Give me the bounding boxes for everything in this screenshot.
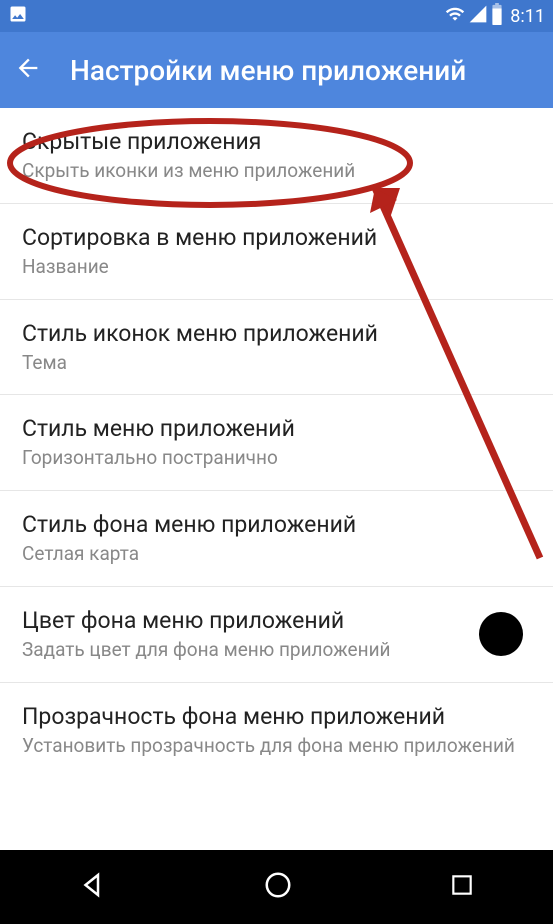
color-swatch[interactable] <box>479 612 523 656</box>
navigation-bar <box>0 850 553 924</box>
setting-subtitle: Сетлая карта <box>22 542 531 566</box>
setting-subtitle: Скрыть иконки из меню приложений <box>22 159 531 183</box>
setting-bg-opacity[interactable]: Прозрачность фона меню приложений Устано… <box>0 683 553 778</box>
setting-bg-color[interactable]: Цвет фона меню приложений Задать цвет дл… <box>0 587 553 683</box>
settings-list: Скрытые приложения Скрыть иконки из меню… <box>0 108 553 850</box>
back-icon[interactable] <box>14 54 42 86</box>
setting-subtitle: Название <box>22 255 531 279</box>
battery-icon <box>490 3 504 30</box>
setting-subtitle: Задать цвет для фона меню приложений <box>22 638 531 662</box>
setting-title: Сортировка в меню приложений <box>22 224 531 251</box>
status-time: 8:11 <box>510 6 545 27</box>
setting-subtitle: Горизонтально постранично <box>22 446 531 470</box>
setting-bg-style[interactable]: Стиль фона меню приложений Сетлая карта <box>0 491 553 587</box>
setting-title: Стиль меню приложений <box>22 415 531 442</box>
status-bar: 8:11 <box>0 0 553 32</box>
setting-subtitle: Тема <box>22 351 531 375</box>
nav-home-icon[interactable] <box>263 870 293 904</box>
app-bar: Настройки меню приложений <box>0 32 553 108</box>
page-title: Настройки меню приложений <box>70 54 466 87</box>
setting-subtitle: Установить прозрачность для фона меню пр… <box>22 734 531 758</box>
wifi-icon <box>444 4 466 29</box>
signal-icon <box>468 4 488 29</box>
setting-title: Цвет фона меню приложений <box>22 607 531 634</box>
setting-title: Стиль фона меню приложений <box>22 511 531 538</box>
setting-title: Стиль иконок меню приложений <box>22 320 531 347</box>
setting-title: Скрытые приложения <box>22 128 531 155</box>
setting-title: Прозрачность фона меню приложений <box>22 703 531 730</box>
nav-recent-icon[interactable] <box>449 872 475 902</box>
setting-icon-style[interactable]: Стиль иконок меню приложений Тема <box>0 300 553 396</box>
setting-sort[interactable]: Сортировка в меню приложений Название <box>0 204 553 300</box>
setting-menu-style[interactable]: Стиль меню приложений Горизонтально пост… <box>0 395 553 491</box>
nav-back-icon[interactable] <box>78 870 108 904</box>
picture-icon <box>8 4 28 29</box>
setting-hidden-apps[interactable]: Скрытые приложения Скрыть иконки из меню… <box>0 108 553 204</box>
